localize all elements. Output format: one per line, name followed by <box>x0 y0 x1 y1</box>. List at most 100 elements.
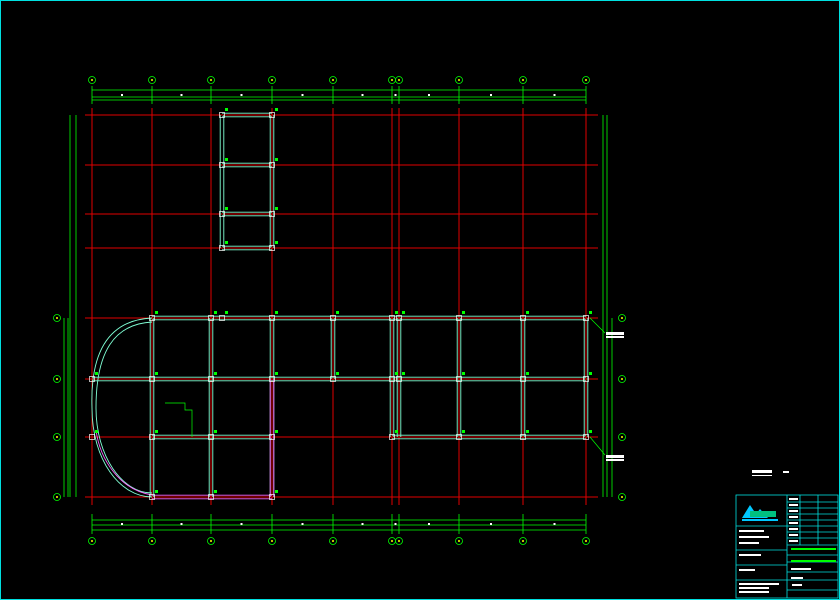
axis-bubble-label <box>56 496 58 498</box>
column-tag <box>225 108 228 111</box>
title-block-text <box>739 591 769 593</box>
dimension-text <box>180 94 183 96</box>
dimension-text <box>553 523 556 525</box>
title-block-label <box>789 510 798 512</box>
dimension-text <box>553 94 556 96</box>
dimension-text <box>121 94 123 96</box>
drawing-scale-text <box>783 471 789 473</box>
column-tag <box>462 372 465 375</box>
floor-plan-drawing <box>53 76 839 599</box>
dimension-text <box>428 523 430 525</box>
title-block-label <box>789 534 798 536</box>
dimension-lines <box>63 86 613 534</box>
title-block-label <box>789 528 798 530</box>
axis-bubble-label <box>332 79 334 81</box>
company-logo <box>742 505 778 521</box>
column-tag <box>589 372 592 375</box>
title-block-text <box>792 584 802 586</box>
axis-bubble-label <box>332 540 334 542</box>
title-block <box>735 494 839 599</box>
column-tag <box>214 311 217 314</box>
title-block-label <box>789 516 798 518</box>
column-tag <box>214 430 217 433</box>
annotation-text <box>606 336 624 338</box>
dimension-text <box>490 523 492 525</box>
title-block-text <box>739 569 755 571</box>
axis-bubble-label <box>458 79 460 81</box>
column-tag <box>155 311 158 314</box>
axis-bubbles <box>53 76 626 545</box>
dimension-text <box>240 94 243 96</box>
title-block-text <box>739 554 761 556</box>
column-tag <box>155 430 158 433</box>
dimension-text <box>361 94 364 96</box>
column-tag <box>225 311 228 314</box>
dimension-text <box>428 94 430 96</box>
axis-bubble-label <box>522 540 524 542</box>
column-tag <box>462 311 465 314</box>
axis-bubble-label <box>398 79 400 81</box>
column-tag <box>526 430 529 433</box>
axis-bubble-label <box>391 540 393 542</box>
axis-bubble-label <box>398 540 400 542</box>
dimension-text <box>490 94 492 96</box>
axis-bubble-label <box>621 436 623 438</box>
dimension-text <box>180 523 183 525</box>
beam-layout <box>91 112 589 500</box>
column-tag <box>462 430 465 433</box>
leader-line <box>165 402 193 437</box>
drawing-title-underline <box>752 475 772 476</box>
logo-underline <box>742 519 778 521</box>
column-tag <box>395 311 398 314</box>
axis-bubble-label <box>271 79 273 81</box>
dimension-text <box>301 94 304 96</box>
axis-bubble-label <box>621 378 623 380</box>
column-tag <box>275 430 278 433</box>
dimension-text <box>301 523 304 525</box>
axis-bubble-label <box>585 540 587 542</box>
column-tag <box>225 241 228 244</box>
title-block-text <box>791 548 836 550</box>
dimension-text <box>240 523 243 525</box>
column-tag <box>275 311 278 314</box>
title-block-label <box>789 540 798 542</box>
column-tag <box>526 372 529 375</box>
title-block-text <box>739 530 764 532</box>
axis-bubble-label <box>56 317 58 319</box>
axis-bubble-label <box>391 79 393 81</box>
column-tag <box>402 372 405 375</box>
title-block-label <box>789 504 798 506</box>
column-tag <box>395 372 398 375</box>
annotation-text <box>606 332 624 335</box>
column-tag <box>95 372 98 375</box>
dimension-text <box>394 94 397 96</box>
title-block-text <box>791 568 811 570</box>
axis-bubble-label <box>91 79 93 81</box>
dimension-text <box>121 523 123 525</box>
annotation-text <box>606 455 624 458</box>
title-block-text <box>739 583 779 585</box>
axis-bubble-label <box>621 496 623 498</box>
column-tag <box>155 490 158 493</box>
column-tag <box>214 372 217 375</box>
column-tag <box>526 311 529 314</box>
column-tag <box>336 372 339 375</box>
title-block-text <box>791 560 836 562</box>
column-tag <box>225 158 228 161</box>
logo-text <box>750 511 776 517</box>
curved-beam <box>91 317 153 498</box>
title-block-text <box>739 536 769 538</box>
axis-bubble-label <box>210 540 212 542</box>
column-tag <box>402 311 405 314</box>
column-tag <box>275 207 278 210</box>
column-tag <box>275 108 278 111</box>
column-tag <box>275 241 278 244</box>
column-tag <box>275 490 278 493</box>
axis-bubble-label <box>151 79 153 81</box>
column-tag <box>395 430 398 433</box>
axis-bubble-label <box>151 540 153 542</box>
column-tag <box>589 430 592 433</box>
column-tag <box>589 311 592 314</box>
column-tag <box>214 490 217 493</box>
axis-bubble-label <box>458 540 460 542</box>
